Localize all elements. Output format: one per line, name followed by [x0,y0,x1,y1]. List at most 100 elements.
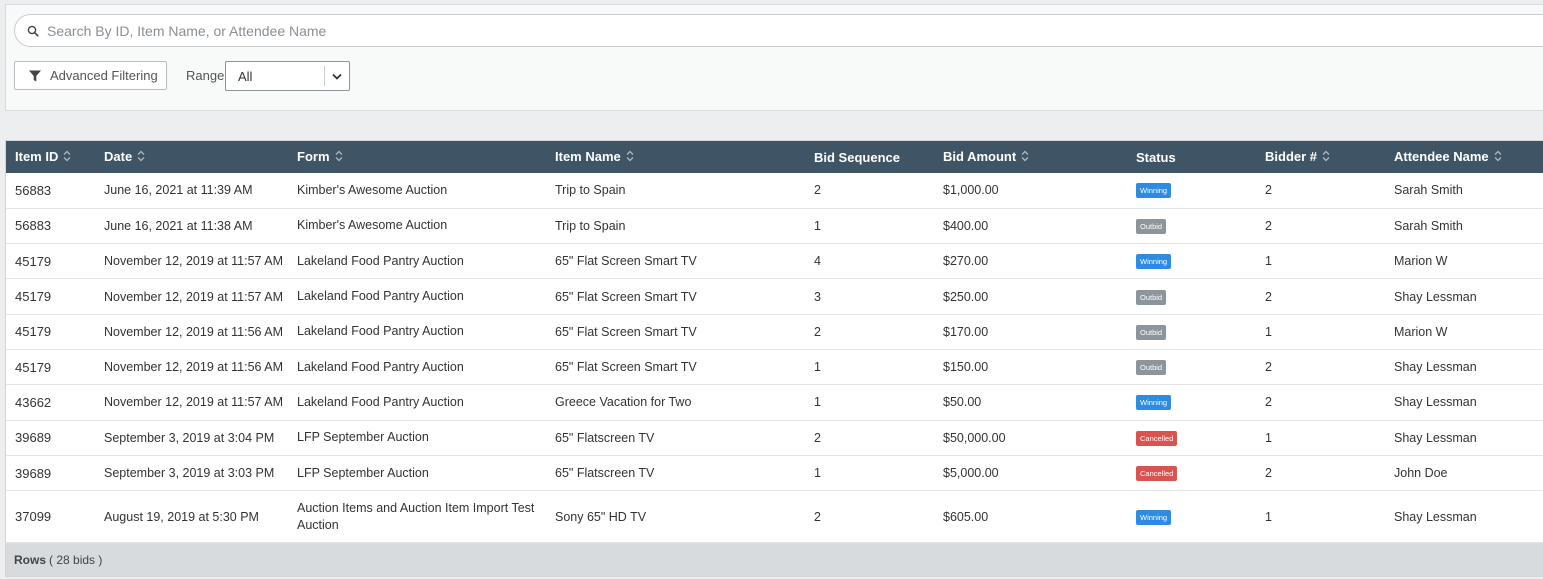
table-row[interactable]: 45179 November 12, 2019 at 11:56 AM Lakela… [6,314,1543,350]
status-badge: Outbid [1136,289,1167,305]
item-id-cell: 43662 [15,394,52,410]
bidder-number-cell: 2 [1265,466,1272,481]
bid-sequence-cell: 1 [814,395,821,410]
column-header-date[interactable]: Date [95,141,288,173]
item-name-cell: 65" Flatscreen TV [555,430,655,445]
bidder-number-cell: 2 [1265,183,1272,198]
item-name-cell: Trip to Spain [555,183,626,198]
form-cell: Lakeland Food Pantry Auction [297,394,464,409]
sort-arrows-icon[interactable] [1494,150,1502,165]
status-badge: Outbid [1136,324,1167,340]
form-cell: Lakeland Food Pantry Auction [297,289,464,304]
table-footer: Rows ( 28 bids ) [6,543,1543,576]
sort-arrows-icon[interactable] [137,150,145,165]
filter-funnel-icon [28,69,42,83]
column-header-item-name[interactable]: Item Name [546,141,805,173]
bid-amount-cell: $5,000.00 [943,466,999,481]
column-header-label: Date [104,148,133,164]
attendee-name-cell: Marion W [1394,254,1448,269]
status-badge: Cancelled [1136,466,1178,482]
bid-sequence-cell: 1 [814,466,821,481]
table-row[interactable]: 37099 August 19, 2019 at 5:30 PM Auction I… [6,491,1543,543]
table-row[interactable]: 45179 November 12, 2019 at 11:56 AM Lakela… [6,349,1543,385]
bid-amount-cell: $250.00 [943,289,989,304]
attendee-name-cell: Shay Lessman [1394,430,1477,445]
column-header-bidder[interactable]: Bidder # [1256,141,1385,173]
date-cell: November 12, 2019 at 11:56 AM [104,324,284,339]
item-id-cell: 56883 [15,182,52,198]
search-box[interactable] [14,14,1543,47]
item-name-cell: 65" Flat Screen Smart TV [555,360,697,375]
column-header-label: Item ID [15,148,59,164]
table-row[interactable]: 39689 September 3, 2019 at 3:03 PM LFP Sep… [6,455,1543,491]
sort-arrows-icon[interactable] [1021,150,1029,165]
item-id-cell: 45179 [15,359,52,375]
status-cell: Outbid [1127,349,1256,384]
status-badge: Winning [1136,254,1172,270]
bidder-number-cell: 1 [1265,324,1272,339]
table-row[interactable]: 45179 November 12, 2019 at 11:57 AM Lakela… [6,244,1543,279]
range-select[interactable]: All [225,61,350,91]
bidder-number-cell: 1 [1265,254,1272,269]
attendee-name-cell: Marion W [1394,324,1448,339]
chevron-down-icon [324,66,349,86]
column-header-bid-amount[interactable]: Bid Amount [934,141,1127,173]
status-badge: Winning [1136,509,1172,525]
date-cell: November 12, 2019 at 11:56 AM [104,360,284,375]
form-cell: Lakeland Food Pantry Auction [297,324,464,339]
item-id-cell: 45179 [15,289,52,305]
attendee-name-cell: John Doe [1394,466,1448,481]
column-header-form[interactable]: Form [288,141,546,173]
table-header-row: Item ID Date Form Item Name Bid Sequence Bid … [6,141,1543,173]
table-row[interactable]: 56883 June 16, 2021 at 11:38 AM Kimber's A… [6,208,1543,244]
column-header-item-id[interactable]: Item ID [6,141,95,173]
bid-amount-cell: $150.00 [943,360,989,375]
date-cell: November 12, 2019 at 11:57 AM [104,289,284,304]
bidder-number-cell: 2 [1265,360,1272,375]
status-cell: Winning [1127,491,1256,543]
column-header-attendee-name[interactable]: Attendee Name [1385,141,1543,173]
table-row[interactable]: 39689 September 3, 2019 at 3:04 PM LFP Sep… [6,420,1543,456]
search-input[interactable] [47,22,1543,39]
bid-sequence-cell: 3 [814,289,821,304]
column-header-label: Status [1136,149,1176,165]
bid-sequence-cell: 1 [814,218,821,233]
bidder-number-cell: 1 [1265,509,1272,524]
table-row[interactable]: 43662 November 12, 2019 at 11:57 AM Lakela… [6,385,1543,421]
sort-arrows-icon[interactable] [335,150,343,165]
date-cell: June 16, 2021 at 11:38 AM [104,218,253,233]
sort-arrows-icon[interactable] [1322,150,1330,165]
status-badge: Winning [1136,183,1172,199]
bid-sequence-cell: 2 [814,430,821,445]
bidder-number-cell: 2 [1265,218,1272,233]
attendee-name-cell: Shay Lessman [1394,509,1477,524]
bid-amount-cell: $170.00 [943,324,989,339]
column-header-label: Bidder # [1265,148,1318,164]
bidder-number-cell: 2 [1265,289,1272,304]
form-cell: Lakeland Food Pantry Auction [297,253,464,268]
form-cell: LFP September Auction [297,465,429,480]
attendee-name-cell: Shay Lessman [1394,360,1477,375]
sort-arrows-icon[interactable] [63,150,71,165]
rows-count: ( 28 bids ) [49,552,103,567]
status-badge: Outbid [1136,360,1167,376]
item-name-cell: 65" Flat Screen Smart TV [555,254,697,269]
table-row[interactable]: 56883 June 16, 2021 at 11:39 AM Kimber's A… [6,173,1543,209]
attendee-name-cell: Shay Lessman [1394,395,1477,410]
form-cell: LFP September Auction [297,430,429,445]
item-name-cell: Trip to Spain [555,218,626,233]
sort-arrows-icon[interactable] [626,150,634,165]
bid-sequence-cell: 2 [814,509,821,524]
date-cell: November 12, 2019 at 11:57 AM [104,395,284,410]
bidder-number-cell: 1 [1265,430,1272,445]
bid-sequence-cell: 4 [814,254,821,269]
item-id-cell: 37099 [15,509,52,525]
bid-amount-cell: $50.00 [943,395,982,410]
status-cell: Winning [1127,385,1256,420]
date-cell: September 3, 2019 at 3:04 PM [104,430,275,445]
advanced-filtering-button[interactable]: Advanced Filtering [14,61,167,90]
bid-amount-cell: $1,000.00 [943,183,999,198]
status-badge: Winning [1136,395,1172,411]
status-cell: Outbid [1127,314,1256,349]
table-row[interactable]: 45179 November 12, 2019 at 11:57 AM Lakela… [6,279,1543,315]
